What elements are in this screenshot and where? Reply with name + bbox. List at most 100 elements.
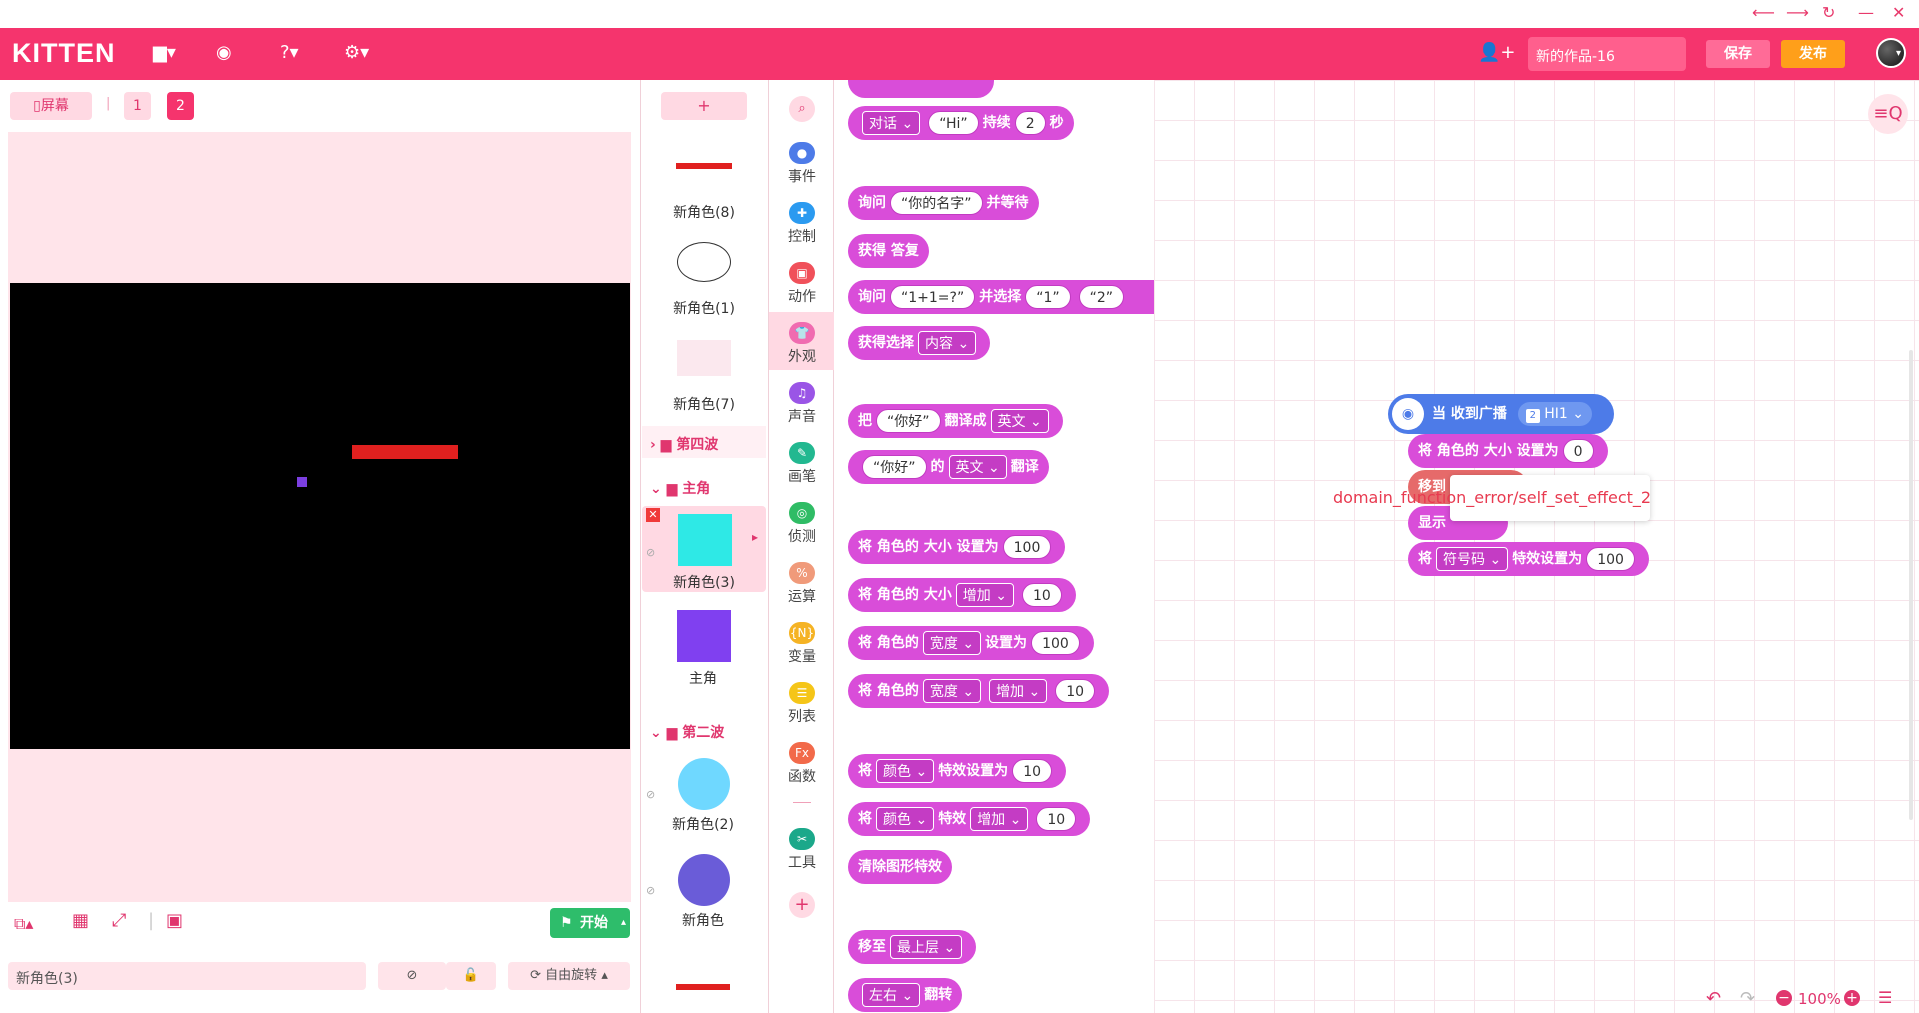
block-change-dimension[interactable]: 将 角色的宽度增加10 xyxy=(848,674,1110,708)
redo-icon[interactable]: ↷ xyxy=(1740,988,1755,1009)
block-move-layer[interactable]: 移至 最上层 xyxy=(848,930,977,964)
publish-button[interactable]: 发布 xyxy=(1781,40,1845,68)
category-events[interactable]: ● 事件 xyxy=(769,132,835,190)
category-looks[interactable]: 👕 外观 xyxy=(769,312,835,370)
category-motion[interactable]: ▣ 动作 xyxy=(769,252,835,310)
settings-icon[interactable]: ⚙▾ xyxy=(344,42,369,63)
visibility-toggle[interactable]: ⊘ xyxy=(378,962,446,990)
category-variables[interactable]: {N} 变量 xyxy=(769,612,835,670)
block-translate-of[interactable]: “你好”的英文翻译 xyxy=(848,450,1049,484)
project-name-input[interactable]: 新的作品-16 xyxy=(1528,37,1686,71)
hidden-eye-icon[interactable]: ⊘ xyxy=(646,788,655,801)
sprite-thumbnail xyxy=(676,984,730,990)
category-pen[interactable]: ✎ 画笔 xyxy=(769,432,835,490)
minimize-icon[interactable]: — xyxy=(1858,3,1874,23)
avatar-dropdown-icon[interactable]: ▾ xyxy=(1896,48,1901,59)
scene-tab-2[interactable]: 2 xyxy=(167,92,194,120)
folder-icon: ▆ xyxy=(666,725,678,741)
folder-icon: ▆ xyxy=(660,437,672,453)
category-sensing[interactable]: ◎ 侦测 xyxy=(769,492,835,550)
block-ask-and-choose[interactable]: 询问 “1+1=?” 并选择 “1” “2” xyxy=(848,280,1154,314)
sprite-card[interactable]: 主角 xyxy=(660,602,746,688)
block-set-size[interactable]: 将 角色的 大小 设置为 100 xyxy=(848,530,1066,564)
error-message: domain_function_error/self_set_effect_2 xyxy=(1333,488,1652,507)
block-change-effect[interactable]: 将颜色特效增加10 xyxy=(848,802,1091,836)
purple-square-sprite[interactable] xyxy=(297,477,307,487)
start-dropdown-icon[interactable]: ▴ xyxy=(621,908,626,938)
undo-icon[interactable]: ↶ xyxy=(1706,988,1721,1009)
backpack-icon[interactable]: ◉ xyxy=(216,42,232,63)
workspace-scrollbar[interactable] xyxy=(1909,350,1913,820)
start-button[interactable]: ⚑ 开始 ▴ xyxy=(550,908,630,938)
scene-tab-1[interactable]: 1 xyxy=(124,92,151,120)
screen-button[interactable]: ▯屏幕 xyxy=(10,92,92,120)
block-clear-effects[interactable]: 清除图形特效 xyxy=(848,850,952,884)
folder-2nd-wave[interactable]: ⌄ ▆ 第二波 xyxy=(642,714,766,746)
category-control[interactable]: ✚ 控制 xyxy=(769,192,835,250)
divider: | xyxy=(148,910,155,931)
close-icon[interactable]: ✕ xyxy=(1892,3,1905,23)
expand-arrow-icon[interactable]: ▸ xyxy=(752,530,758,544)
help-icon[interactable]: ?▾ xyxy=(280,42,299,63)
tidy-blocks-icon[interactable]: ☰ xyxy=(1878,988,1892,1007)
category-lists[interactable]: ☰ 列表 xyxy=(769,672,835,730)
forward-icon[interactable]: ⟶ xyxy=(1786,3,1809,23)
block-get-choice[interactable]: 获得选择 内容 xyxy=(848,326,991,360)
block-say-partial[interactable] xyxy=(848,80,994,98)
user-avatar[interactable] xyxy=(1876,38,1906,68)
grid-icon[interactable]: ▦ xyxy=(72,910,89,931)
category-sound[interactable]: ♫ 声音 xyxy=(769,372,835,430)
code-view-icon[interactable]: ≡Q xyxy=(1868,94,1908,134)
red-bar-sprite[interactable] xyxy=(352,445,458,459)
refresh-icon[interactable]: ↻ xyxy=(1822,3,1835,23)
folder-menu-icon[interactable]: ▆▾ xyxy=(153,42,176,63)
back-icon[interactable]: ⟵ xyxy=(1752,3,1775,23)
folder-4th-wave[interactable]: › ▆ 第四波 xyxy=(642,426,766,458)
sprite-card[interactable]: 新角色(7) xyxy=(661,328,747,416)
block-set-size-script[interactable]: 将 角色的 大小 设置为 0 xyxy=(1408,434,1608,468)
add-sprite-button[interactable]: + xyxy=(661,92,747,120)
sprite-card[interactable]: 新角色(2) xyxy=(660,754,746,842)
sprite-card[interactable]: 新角色(8) xyxy=(661,136,747,224)
fullscreen-icon[interactable]: ⤢ xyxy=(112,910,126,931)
zoom-in-icon[interactable]: + xyxy=(1844,990,1860,1006)
block-ask-and-wait[interactable]: 询问 “你的名字” 并等待 xyxy=(848,186,1039,220)
save-button[interactable]: 保存 xyxy=(1706,40,1770,68)
stage-canvas[interactable] xyxy=(10,283,630,749)
hidden-eye-icon[interactable]: ⊘ xyxy=(646,884,655,897)
block-get-answer[interactable]: 获得 答复 xyxy=(848,234,929,268)
category-operators[interactable]: % 运算 xyxy=(769,552,835,610)
sprite-name-field[interactable]: 新角色(3) xyxy=(8,962,366,990)
sprite-thumbnail xyxy=(676,163,732,169)
hidden-eye-icon[interactable]: ⊘ xyxy=(646,546,655,559)
block-set-dimension[interactable]: 将 角色的宽度设置为100 xyxy=(848,626,1094,660)
sprite-thumbnail xyxy=(677,610,731,662)
sound-icon: ♫ xyxy=(789,382,815,404)
block-set-effect[interactable]: 将颜色特效设置为10 xyxy=(848,754,1067,788)
window-titlebar: ⟵ ⟶ ↻ — ✕ xyxy=(0,0,1919,28)
block-set-effect-script[interactable]: 将符号码特效设置为100 xyxy=(1408,542,1649,576)
sprite-thumbnail xyxy=(677,340,731,376)
delete-icon[interactable]: ✕ xyxy=(646,508,660,522)
category-functions[interactable]: Fx 函数 xyxy=(769,732,835,790)
block-say-for-secs[interactable]: 对话“Hi”持续2秒 xyxy=(848,106,1074,140)
sprite-card[interactable]: 新角色 xyxy=(660,850,746,938)
block-when-receive-broadcast[interactable]: ◉ 当 收到广播 2 HI1 ⌄ xyxy=(1388,394,1614,434)
sprite-card[interactable]: 新角色(1) xyxy=(661,232,747,320)
broadcast-select[interactable]: 2 HI1 ⌄ xyxy=(1517,402,1592,426)
selected-sprite-card[interactable]: ✕ ▸ ⊘ 新角色(3) xyxy=(642,506,766,592)
rotation-mode-select[interactable]: ⟳ 自由旋转 ▴ xyxy=(508,962,630,990)
stage-size-icon[interactable]: ⧉▴ xyxy=(14,914,33,934)
search-icon[interactable]: ⌕ xyxy=(789,96,815,122)
category-tools[interactable]: ✂ 工具 xyxy=(769,818,835,876)
folder-main-character[interactable]: ⌄ ▆ 主角 xyxy=(642,470,766,502)
events-icon: ● xyxy=(789,142,815,164)
add-collaborator-icon[interactable]: 👤+ xyxy=(1478,42,1516,63)
add-extension-icon[interactable]: + xyxy=(789,892,815,918)
zoom-out-icon[interactable]: − xyxy=(1776,990,1792,1006)
block-flip[interactable]: 左右翻转 xyxy=(848,978,963,1012)
block-change-size[interactable]: 将 角色的 大小增加10 xyxy=(848,578,1076,612)
block-translate-to[interactable]: 把 “你好” 翻译成 英文 xyxy=(848,404,1063,438)
lock-toggle[interactable]: 🔓 xyxy=(446,962,496,990)
record-icon[interactable]: ▣ xyxy=(166,910,183,931)
